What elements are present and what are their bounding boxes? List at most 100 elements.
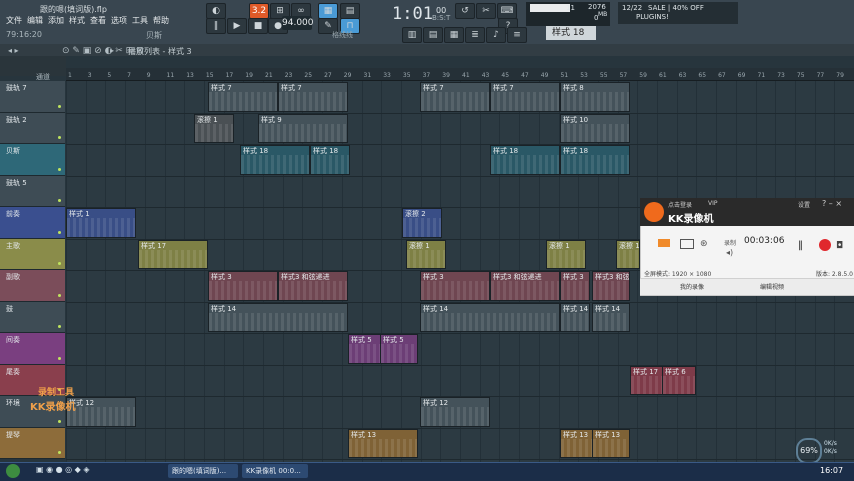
recorder-vip[interactable]: VIP [708,200,718,207]
tab-edit-video[interactable]: 编辑视频 [760,282,784,291]
timeline-ruler[interactable] [66,68,854,81]
recorder-window-controls-icon[interactable]: ? – × [822,199,842,208]
menu-add[interactable]: 添加 [48,15,64,26]
playlist-clip[interactable]: 样式 17 [138,239,208,269]
playlist-clip[interactable]: 样式 1 [66,208,136,238]
playlist-menu-icon[interactable]: ◂ ▸ [8,46,19,55]
playlist-clip[interactable]: 样式 3 [208,271,278,301]
playlist-clip[interactable]: 滚擦 1 [546,239,586,269]
piano-roll-icon[interactable]: ▦ [444,27,464,43]
track-header[interactable]: 主歌 [0,238,65,270]
menu-options[interactable]: 选项 [111,15,127,26]
menu-view[interactable]: 查看 [90,15,106,26]
menu-file[interactable]: 文件 [6,15,22,26]
playlist-clip[interactable]: 样式 18 [490,145,560,175]
song-mode-icon[interactable]: ◐ [206,3,226,19]
playlist-clip[interactable]: 样式 14 [560,302,590,332]
taskbar-app-flstudio[interactable]: 跟的嗯(填词版)... [168,464,238,478]
playlist-clip[interactable]: 样式 18 [560,145,630,175]
metronome-icon[interactable]: ▦ [318,3,338,19]
menu-edit[interactable]: 编辑 [27,15,43,26]
playlist-clip[interactable]: 样式 13 [592,428,630,458]
menu-patterns[interactable]: 样式 [69,15,85,26]
track-header[interactable]: 贝斯 [0,144,65,176]
track-mute-led-icon[interactable] [58,230,61,234]
cpu-usage-widget[interactable]: 69% [796,438,822,464]
pattern-selector[interactable]: 样式 18 [546,26,596,40]
camera-icon[interactable]: ◘ [836,241,843,251]
playlist-clip[interactable]: 样式 7 [490,82,560,112]
playlist-clip[interactable]: 滚擦 1 [616,239,640,269]
cut-icon[interactable]: ✂ [476,3,496,19]
playlist-clip[interactable]: 样式 18 [240,145,310,175]
playlist-clip[interactable]: 滚擦 2 [402,208,442,238]
playlist-clip[interactable]: 样式3 和弦递进 [490,271,560,301]
playlist-clip[interactable]: 样式 7 [208,82,278,112]
pattern-mode-button[interactable]: 3.2 [249,3,269,19]
track-header[interactable]: 前奏 [0,207,65,239]
playlist-clip[interactable]: 样式 12 [420,397,490,427]
playlist-clip[interactable]: 样式 8 [560,82,630,112]
track-mute-led-icon[interactable] [58,167,61,171]
menu-help[interactable]: 帮助 [153,15,169,26]
step-edit-icon[interactable]: ▤ [340,3,360,19]
recorder-login[interactable]: 点击登录 [668,200,692,209]
taskbar-app-recorder[interactable]: KK录像机 00:0... [242,464,308,478]
track-header[interactable]: 副歌 [0,270,65,302]
playlist-clip[interactable]: 样式 10 [560,113,630,143]
playlist-clip[interactable]: 样式 14 [208,302,348,332]
snap-selector[interactable]: 格线线 [332,30,353,40]
screen-icon[interactable] [658,239,670,247]
track-header[interactable]: 鼓轨 5 [0,175,65,207]
window-icon[interactable] [680,239,694,249]
playlist-clip[interactable]: 样式 3 [420,271,490,301]
track-header[interactable]: 鼓轨 7 [0,81,65,113]
playlist-tools-icons[interactable]: ⊙ ✎ ▣ ⊘ ◐ ✂ ⊞ ⊠ [62,46,144,56]
typing-keyboard-icon[interactable]: ⌨ [497,3,517,19]
playlist-clip[interactable]: 样式 14 [420,302,560,332]
tab-my-recordings[interactable]: 我的录像 [680,282,704,291]
menu-tools[interactable]: 工具 [132,15,148,26]
playlist-clip[interactable]: 样式 7 [278,82,348,112]
track-header[interactable]: 间奏 [0,333,65,365]
playlist-clip[interactable]: 样式3 和弦递进 [592,271,630,301]
playlist-clip[interactable]: 滚擦 1 [406,239,446,269]
playlist-clip[interactable]: 样式 6 [662,365,696,395]
start-button-icon[interactable] [6,464,20,478]
track-mute-led-icon[interactable] [58,325,61,328]
undo-icon[interactable]: ↺ [455,3,475,19]
playlist-clip[interactable]: 样式 18 [310,145,350,175]
track-mute-led-icon[interactable] [58,419,61,423]
plugin-icon[interactable]: ♪ [486,27,506,43]
track-mute-led-icon[interactable] [58,356,61,360]
browser-icon[interactable]: ≣ [465,27,485,43]
track-mute-led-icon[interactable] [58,451,61,454]
track-mute-led-icon[interactable] [58,136,61,139]
stop-record-icon[interactable] [819,239,831,251]
playlist-clip[interactable]: 样式 3 [560,271,590,301]
taskbar-pinned-icons[interactable]: ▣ ◉ ● ◎ ◆ ◈ [36,465,90,474]
channel-rack-icon[interactable]: ▤ [423,27,443,43]
stop-icon[interactable]: ■ [248,18,268,34]
playlist-clip[interactable]: 样式 12 [66,397,136,427]
track-mute-led-icon[interactable] [58,293,61,297]
playlist-clip[interactable]: 滚擦 1 [194,113,234,143]
pause-icon[interactable]: ‖ [206,18,226,34]
track-mute-led-icon[interactable] [58,104,61,108]
tempo-display[interactable]: 94.000 [282,16,314,30]
track-header[interactable]: 鼓轨 2 [0,112,65,144]
track-header[interactable]: 鼓 [0,301,65,333]
pause-record-icon[interactable]: ‖ [798,240,803,251]
play-icon[interactable]: ▶ [227,18,247,34]
playlist-clip[interactable]: 样式 7 [420,82,490,112]
gamepad-icon[interactable]: ⊛ [700,239,708,249]
track-mute-led-icon[interactable] [58,262,61,265]
playlist-clip[interactable]: 样式 5 [380,334,418,364]
track-mute-led-icon[interactable] [58,199,61,202]
playlist-clip[interactable]: 样式 13 [348,428,418,458]
mixer-icon[interactable]: ▥ [402,27,422,43]
playlist-icon[interactable]: ≡ [507,27,527,43]
playlist-clip[interactable]: 样式 9 [258,113,348,143]
track-header[interactable]: 提琴 [0,427,65,459]
playlist-clip[interactable]: 样式 14 [592,302,630,332]
